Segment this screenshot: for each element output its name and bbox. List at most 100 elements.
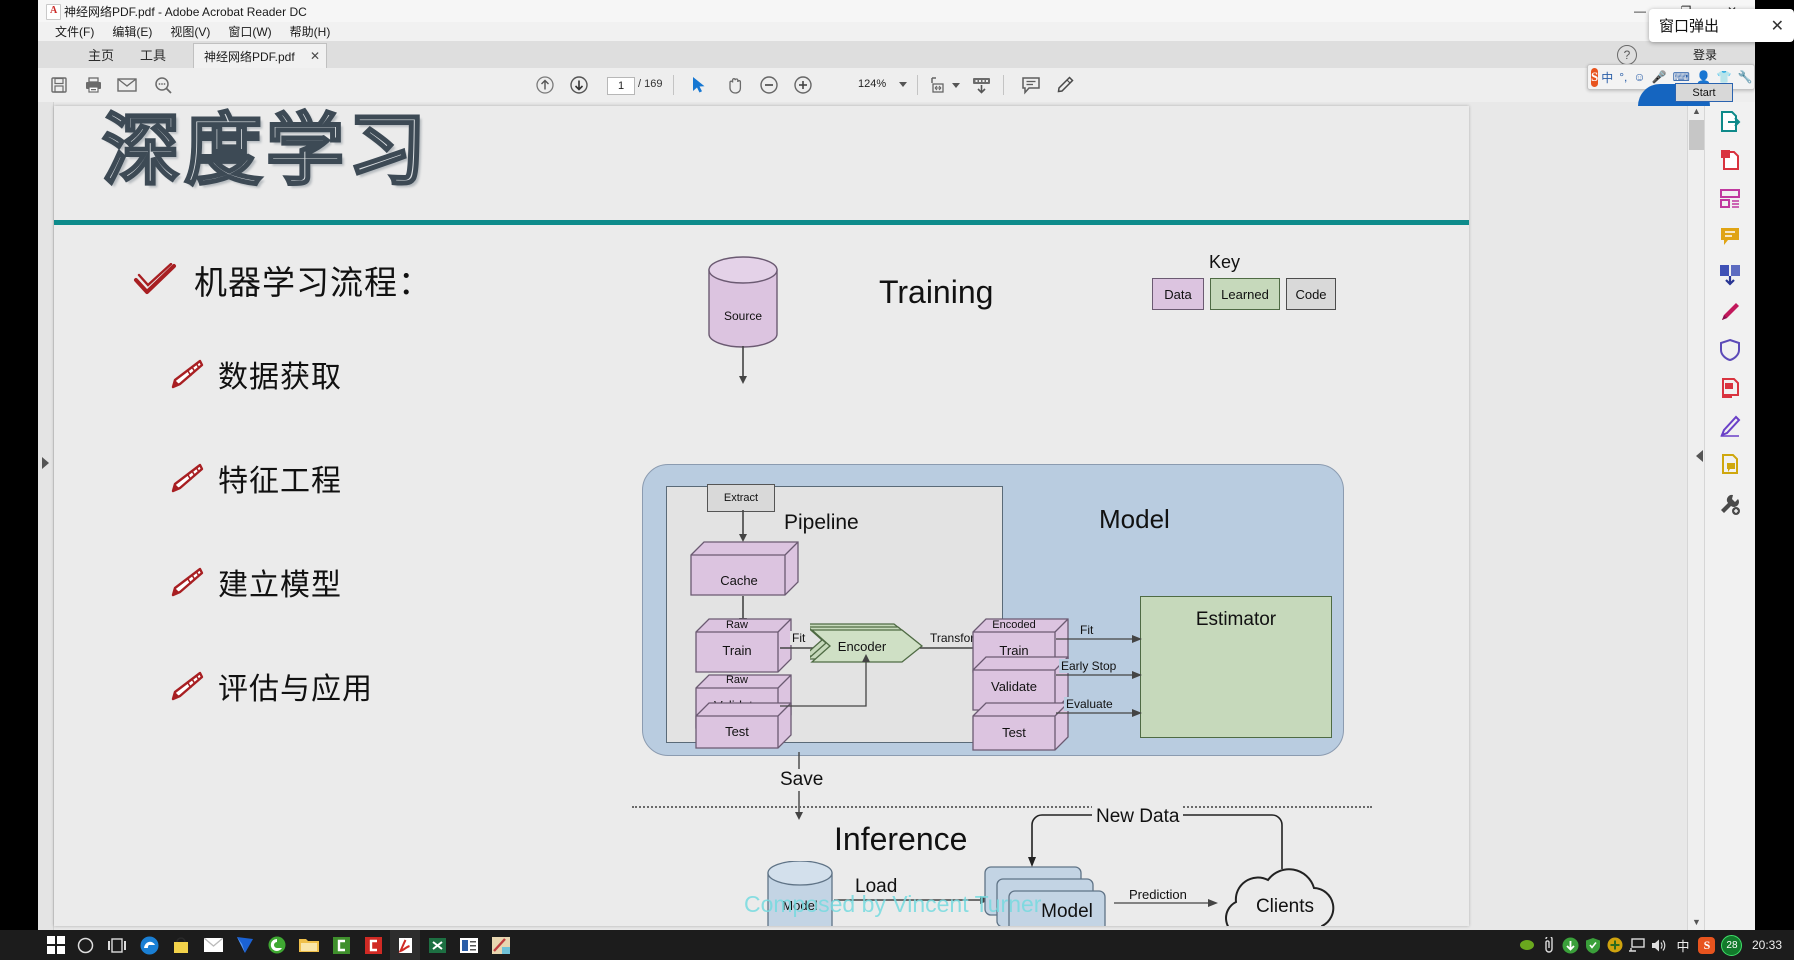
folder-icon[interactable] [294,930,324,960]
edge-label-fit-encoder: Fit [790,631,808,645]
sogou-logo-icon[interactable]: S [1591,67,1599,87]
search-circle-icon[interactable] [70,930,100,960]
comment-tool-icon[interactable] [1718,224,1742,248]
redact-icon[interactable] [1718,376,1742,400]
red-app-icon[interactable] [358,930,388,960]
zoom-out-icon[interactable] [756,72,782,98]
left-navigation-panel[interactable] [38,102,54,930]
excel-icon[interactable] [422,930,452,960]
protect-shield-icon[interactable] [1718,338,1742,362]
edge-label-new-data: New Data [1092,806,1184,828]
popup-close-icon[interactable]: ✕ [1771,16,1784,36]
blue-app-icon[interactable] [230,930,260,960]
ime-punctuation-icon[interactable]: °, [1619,70,1627,84]
ime-settings-icon[interactable]: 🔧 [1738,70,1753,84]
inference-title: Inference [834,821,968,857]
menu-bar: 文件(F) 编辑(E) 视图(V) 窗口(W) 帮助(H) [38,22,1763,41]
document-tab[interactable]: 神经网络PDF.pdf ✕ [193,43,327,69]
comment-icon[interactable] [1018,72,1044,98]
page-viewport[interactable]: 深度学习 机器学习流程： 数据获取 特征工程 建立模型 评估与应用 Traini… [38,102,1755,930]
expand-panel-icon[interactable] [42,457,49,469]
news-icon[interactable] [454,930,484,960]
shield-icon[interactable] [1582,930,1604,960]
browser-icon[interactable] [262,930,292,960]
hand-icon[interactable] [722,72,748,98]
tray-ime-mode[interactable]: 中 [1670,930,1696,960]
menu-view[interactable]: 视图(V) [161,22,219,41]
menu-edit[interactable]: 编辑(E) [103,22,161,41]
vertical-scrollbar[interactable]: ▲ ▼ [1687,102,1705,930]
store-icon[interactable] [166,930,196,960]
mail-icon[interactable] [198,930,228,960]
extract-node: Extract [707,484,775,512]
combine-files-icon[interactable] [1718,262,1742,286]
highlighter-icon[interactable] [1052,72,1078,98]
scroll-down-icon[interactable]: ▼ [1688,913,1705,930]
ime-skin-icon[interactable]: 👕 [1717,70,1732,84]
send-for-comments-icon[interactable] [1718,452,1742,476]
chevron-down-icon[interactable] [899,82,907,87]
network-icon[interactable] [1626,930,1648,960]
help-icon[interactable]: ? [1617,45,1637,65]
page-total-label: / 169 [638,78,663,90]
zoom-level-label[interactable]: 124% [858,78,886,90]
sogou-tray-icon[interactable]: S [1696,930,1718,960]
nav-tools[interactable]: 工具 [132,41,174,68]
sign-pen-icon[interactable] [1718,414,1742,438]
print-icon[interactable] [80,72,106,98]
edge-icon[interactable] [134,930,164,960]
create-pdf-icon[interactable] [1718,148,1742,172]
list-item-text: 建立模型 [218,568,342,603]
acrobat-icon[interactable] [390,930,420,960]
volume-icon[interactable] [1648,930,1670,960]
list-item: 建立模型 [132,560,602,604]
list-item: 数据获取 [132,352,602,396]
usb-icon[interactable] [1538,930,1560,960]
list-item: 特征工程 [132,456,602,500]
document-tab-close-icon[interactable]: ✕ [310,49,320,63]
fit-page-icon[interactable] [926,72,952,98]
pipeline-label: Pipeline [784,511,859,534]
menu-window[interactable]: 窗口(W) [219,22,280,41]
task-view-icon[interactable] [102,930,132,960]
nav-home[interactable]: 主页 [80,41,122,68]
email-icon[interactable] [114,72,140,98]
ime-voice-icon[interactable]: 🎤 [1652,70,1667,84]
organize-pages-icon[interactable] [1718,186,1742,210]
more-tools-icon[interactable] [1718,492,1742,516]
ime-mode-icon[interactable]: 中 [1601,69,1613,86]
save-icon[interactable] [46,72,72,98]
plus-icon[interactable] [1604,930,1626,960]
export-pdf-icon[interactable] [1718,110,1742,134]
taskbar-clock[interactable]: 20:33 [1752,938,1782,952]
document-tab-label: 神经网络PDF.pdf [204,50,295,64]
fit-page-dropdown-icon[interactable] [951,72,961,98]
nvidia-icon[interactable] [1516,930,1538,960]
encoded-test-label: Test [1002,725,1026,740]
notification-badge[interactable]: 28 [1718,930,1746,960]
scroll-mode-icon[interactable] [968,72,994,98]
sign-in-button[interactable]: 登录 [1693,46,1717,63]
collapse-right-panel-icon[interactable] [1696,450,1703,462]
previous-page-icon[interactable] [532,72,558,98]
menu-file[interactable]: 文件(F) [46,22,103,41]
page-number-input[interactable]: 1 [607,77,635,95]
download-icon[interactable] [1560,930,1582,960]
green-app-icon[interactable] [326,930,356,960]
list-item-text: 评估与应用 [218,672,373,707]
ime-emoji-icon[interactable]: ☺ [1633,70,1645,84]
ime-user-icon[interactable]: 👤 [1696,70,1711,84]
menu-help[interactable]: 帮助(H) [281,22,340,41]
fill-and-sign-icon[interactable] [1718,300,1742,324]
paint-icon[interactable] [486,930,516,960]
window-popup-notice[interactable]: 窗口弹出 ✕ [1649,9,1794,42]
cursor-icon[interactable] [686,72,712,98]
search-icon[interactable] [150,72,176,98]
ime-keyboard-icon[interactable]: ⌨ [1673,70,1690,84]
pencil-icon [170,567,204,597]
next-page-icon[interactable] [566,72,592,98]
clients-label: Clients [1255,896,1315,917]
scrollbar-thumb[interactable] [1689,120,1704,150]
zoom-in-icon[interactable] [790,72,816,98]
toolbar-separator-1 [673,75,674,95]
